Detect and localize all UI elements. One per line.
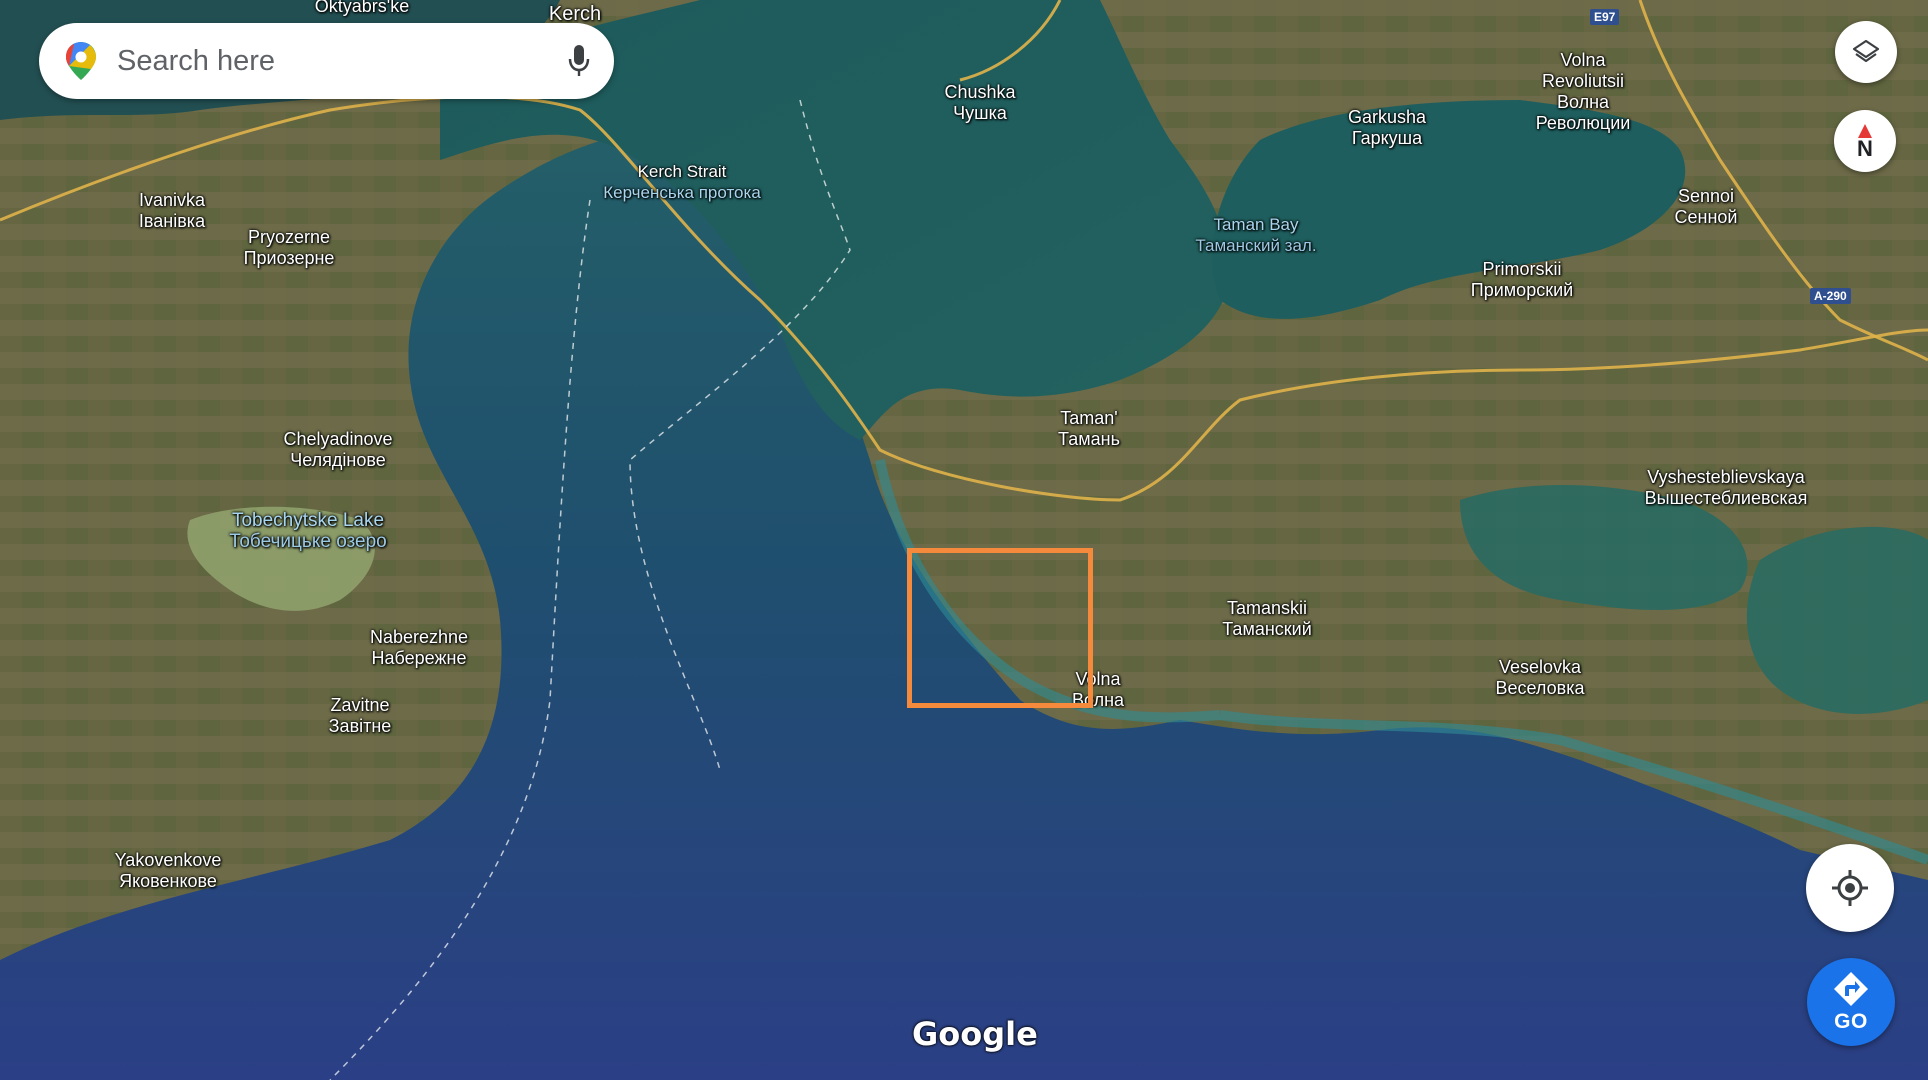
place-label-tobechytske-lake[interactable]: Tobechytske Lake Тобечицьке озеро	[229, 510, 387, 552]
place-name-local: Керченська протока	[603, 183, 761, 202]
place-name-local: Тобечицьке озеро	[229, 531, 387, 552]
place-name-local: Чушка	[953, 103, 1007, 123]
compass-label: N	[1857, 136, 1873, 161]
place-label-veselovka[interactable]: Veselovka Веселовка	[1496, 657, 1585, 699]
place-name: Taman Bay	[1213, 215, 1299, 234]
place-name-local: Волна	[1556, 92, 1610, 112]
place-name: Naberezhne	[369, 627, 469, 647]
place-name: Primorskii	[1482, 259, 1562, 279]
place-label-kerch[interactable]: Kerch	[549, 4, 601, 25]
place-name: Garkusha	[1347, 107, 1427, 127]
place-name: Taman'	[1060, 408, 1118, 428]
place-name: Kerch Strait	[637, 162, 727, 181]
place-label-sennoi[interactable]: Sennoi Сенной	[1675, 186, 1738, 228]
place-name: Ivanivka	[138, 190, 206, 210]
road-badge-e97: E97	[1590, 9, 1620, 25]
place-label-vyshesteblievskaya[interactable]: Vyshesteblievskaya Вышестеблиевская	[1645, 467, 1808, 509]
place-label-naberezhne[interactable]: Naberezhne Набережне	[370, 627, 468, 669]
place-name-local: Челядінове	[290, 450, 386, 470]
place-name: Vyshesteblievskaya	[1647, 467, 1805, 487]
place-label-garkusha[interactable]: Garkusha Гаркуша	[1348, 107, 1426, 149]
layers-button[interactable]	[1835, 21, 1897, 83]
place-name-local: Таманский зал.	[1195, 236, 1317, 255]
place-label-ivanivka[interactable]: Ivanivka Іванівка	[139, 190, 205, 232]
layers-icon	[1852, 39, 1880, 63]
place-name-local: Приозерне	[243, 248, 335, 268]
my-location-icon	[1832, 870, 1868, 906]
place-name: Pryozerne	[247, 227, 331, 247]
maps-pin-icon	[66, 42, 96, 80]
place-name-local: Гаркуша	[1351, 128, 1423, 148]
place-label-yakovenkove[interactable]: Yakovenkove Яковенкове	[115, 850, 222, 892]
place-name-local: Веселовка	[1495, 678, 1585, 698]
place-name: Veselovka	[1498, 657, 1582, 677]
place-name: Yakovenkove	[114, 850, 222, 870]
compass-button[interactable]: N	[1834, 110, 1896, 172]
place-name: Volna	[1560, 50, 1606, 70]
place-label-oktyabrske[interactable]: Oktyabrs'ke	[315, 0, 409, 17]
place-label-taman[interactable]: Taman' Тамань	[1058, 408, 1120, 450]
place-name-local: Сенной	[1674, 207, 1738, 227]
place-name: Oktyabrs'ke	[314, 0, 410, 16]
search-bar[interactable]: Search here	[39, 23, 614, 99]
place-name: Kerch	[548, 3, 602, 25]
mic-icon[interactable]	[566, 43, 592, 79]
place-label-volna-revoliutsii[interactable]: Volna Revoliutsii Волна Революции	[1536, 50, 1631, 134]
search-input[interactable]: Search here	[117, 45, 275, 78]
place-name: Sennoi	[1677, 186, 1735, 206]
place-label-kerch-strait[interactable]: Kerch Strait Керченська протока	[603, 161, 761, 203]
place-name-local: Тамань	[1058, 429, 1120, 449]
place-name: Tobechytske Lake	[231, 510, 385, 531]
place-label-chelyadinove[interactable]: Chelyadinove Челядінове	[283, 429, 392, 471]
place-name-local: Іванівка	[138, 211, 206, 231]
go-label: GO	[1834, 1010, 1868, 1033]
place-name: Tamanskii	[1226, 598, 1308, 618]
place-name-local: Таманский	[1222, 619, 1312, 639]
place-name-local-2: Революции	[1535, 113, 1631, 133]
place-name-local: Приморский	[1470, 280, 1574, 300]
google-logo: Google	[912, 1015, 1038, 1053]
place-label-taman-bay[interactable]: Taman Bay Таманский зал.	[1195, 214, 1316, 256]
place-label-tamanskii[interactable]: Tamanskii Таманский	[1222, 598, 1312, 640]
place-label-chushka[interactable]: Chushka Чушка	[944, 82, 1015, 124]
place-name-local: Завітне	[328, 716, 392, 736]
my-location-button[interactable]	[1806, 844, 1894, 932]
place-name-local: Яковенкове	[119, 871, 217, 891]
place-label-pryozerne[interactable]: Pryozerne Приозерне	[244, 227, 335, 269]
place-name-local: Вышестеблиевская	[1644, 488, 1808, 508]
place-name-2: Revoliutsii	[1541, 71, 1625, 91]
place-name: Zavitne	[330, 695, 390, 715]
directions-icon	[1834, 972, 1868, 1006]
place-name: Chushka	[944, 82, 1016, 102]
place-name: Chelyadinove	[283, 429, 393, 449]
road-badge-a290: A-290	[1810, 288, 1851, 304]
place-label-primorskii[interactable]: Primorskii Приморский	[1471, 259, 1573, 301]
place-name-local: Набережне	[371, 648, 467, 668]
highlight-box	[907, 548, 1093, 708]
place-label-zavitne[interactable]: Zavitne Завітне	[329, 695, 392, 737]
directions-go-button[interactable]: GO	[1807, 958, 1895, 1046]
